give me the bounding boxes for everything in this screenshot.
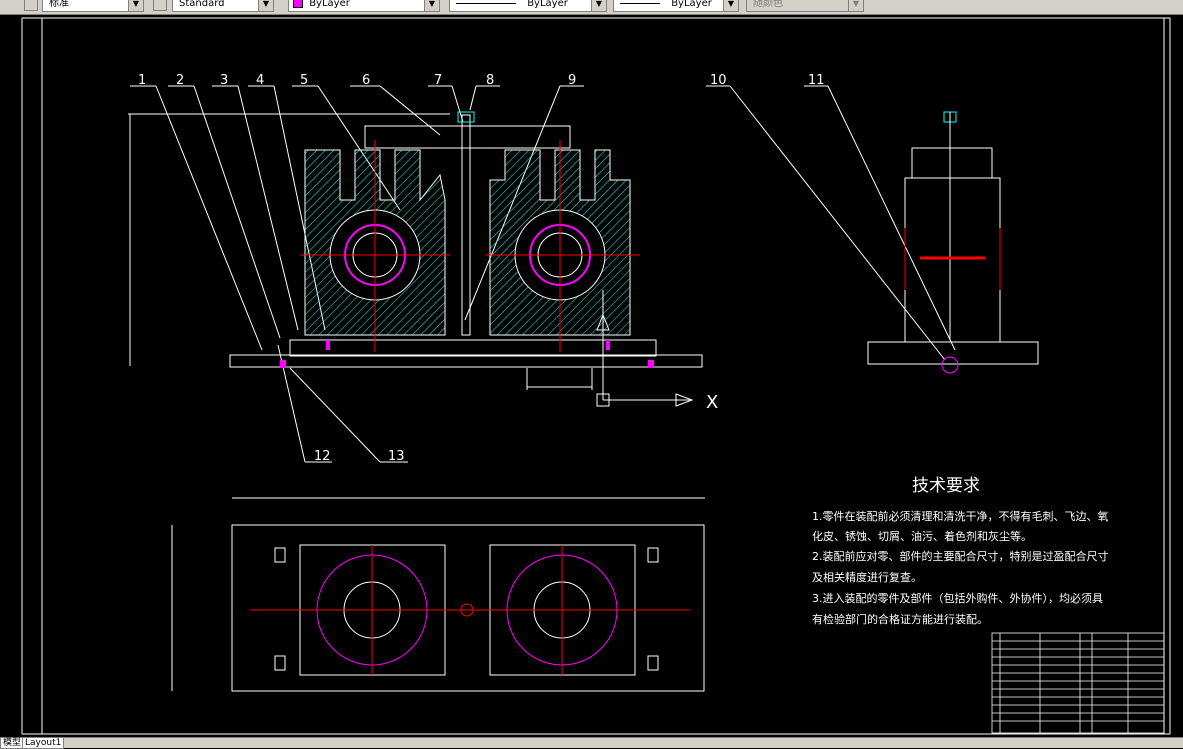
balloon-11: 11 xyxy=(808,73,825,88)
tech-line-1: 1.零件在装配前必须清理和清洗干净，不得有毛刺、飞边、氧 xyxy=(812,509,1109,523)
parts-list xyxy=(991,632,1165,734)
front-view xyxy=(128,111,703,390)
chevron-down-icon[interactable]: ▼ xyxy=(424,0,439,11)
linetype-value: ByLayer xyxy=(527,0,568,9)
balloon-9: 9 xyxy=(568,73,576,88)
tech-line-3: 2.装配前应对零、部件的主要配合尺寸，特别是过盈配合尺寸 xyxy=(812,549,1109,563)
chevron-down-icon[interactable]: ▼ xyxy=(723,0,738,11)
balloon-labels: 1 2 3 4 5 6 7 8 9 10 11 12 13 xyxy=(138,73,825,464)
color-dropdown[interactable]: ByLayer ▼ xyxy=(288,0,440,12)
lineweight-value: ByLayer xyxy=(671,0,712,9)
balloon-7: 7 xyxy=(434,73,442,88)
dim-style-icon[interactable] xyxy=(153,0,167,11)
dim-style-dropdown[interactable]: Standard ▼ xyxy=(172,0,274,12)
lineweight-dropdown[interactable]: ByLayer ▼ xyxy=(613,0,739,12)
balloon-1: 1 xyxy=(138,73,146,88)
tech-line-2: 化皮、锈蚀、切屑、油污、着色剂和灰尘等。 xyxy=(812,529,1032,543)
ucs-x-label: X xyxy=(706,392,718,413)
balloon-8: 8 xyxy=(486,73,494,88)
balloon-12: 12 xyxy=(314,449,331,464)
text-style-icon[interactable] xyxy=(24,0,38,11)
balloon-2: 2 xyxy=(176,73,184,88)
balloon-13: 13 xyxy=(388,449,405,464)
drawing-canvas[interactable]: 1 2 3 4 5 6 7 8 9 10 11 12 13 X 技术要求 1.零… xyxy=(0,15,1183,737)
balloon-4: 4 xyxy=(256,73,264,88)
tech-title: 技术要求 xyxy=(912,476,980,496)
tech-line-5: 3.进入装配的零件及部件（包括外购件、外协件），均必须具 xyxy=(812,591,1103,605)
color-value: ByLayer xyxy=(309,0,350,9)
plotstyle-value: 随颜色 xyxy=(753,0,783,9)
technical-requirements: 技术要求 1.零件在装配前必须清理和清洗干净，不得有毛刺、飞边、氧 化皮、锈蚀、… xyxy=(812,476,1109,626)
linetype-dropdown[interactable]: ByLayer ▼ xyxy=(449,0,607,12)
tech-line-6: 有检验部门的合格证方能进行装配。 xyxy=(812,612,988,626)
side-view xyxy=(867,111,1039,374)
balloon-5: 5 xyxy=(300,73,308,88)
drawing-svg: 1 2 3 4 5 6 7 8 9 10 11 12 13 X 技术要求 1.零… xyxy=(21,17,1171,735)
balloon-6: 6 xyxy=(362,73,370,88)
text-style-dropdown[interactable]: 标准 ▼ xyxy=(42,0,144,12)
chevron-down-icon[interactable]: ▼ xyxy=(258,0,273,11)
balloon-3: 3 xyxy=(220,73,228,88)
chevron-down-icon[interactable]: ▼ xyxy=(848,0,863,11)
plotstyle-dropdown[interactable]: 随颜色 ▼ xyxy=(746,0,864,12)
tech-line-4: 及相关精度进行复查。 xyxy=(812,570,922,584)
lineweight-preview xyxy=(620,2,660,4)
tab-model[interactable]: 模型 xyxy=(0,738,25,749)
properties-toolbar: 标准 ▼ Standard ▼ ByLayer ▼ ByLayer ▼ ByLa… xyxy=(0,0,1183,15)
color-swatch-icon xyxy=(293,0,303,8)
top-view xyxy=(171,497,705,692)
chevron-down-icon[interactable]: ▼ xyxy=(591,0,606,11)
dim-style-value: Standard xyxy=(179,0,225,9)
linetype-preview xyxy=(456,2,516,4)
outer-border xyxy=(21,17,1171,735)
tab-layout1[interactable]: Layout1 xyxy=(22,738,65,749)
chevron-down-icon[interactable]: ▼ xyxy=(128,0,143,11)
balloon-10: 10 xyxy=(710,73,727,88)
text-style-value: 标准 xyxy=(49,0,69,9)
layout-tab-bar: 模型 Layout1 xyxy=(0,737,1183,749)
right-margin xyxy=(1163,17,1171,735)
